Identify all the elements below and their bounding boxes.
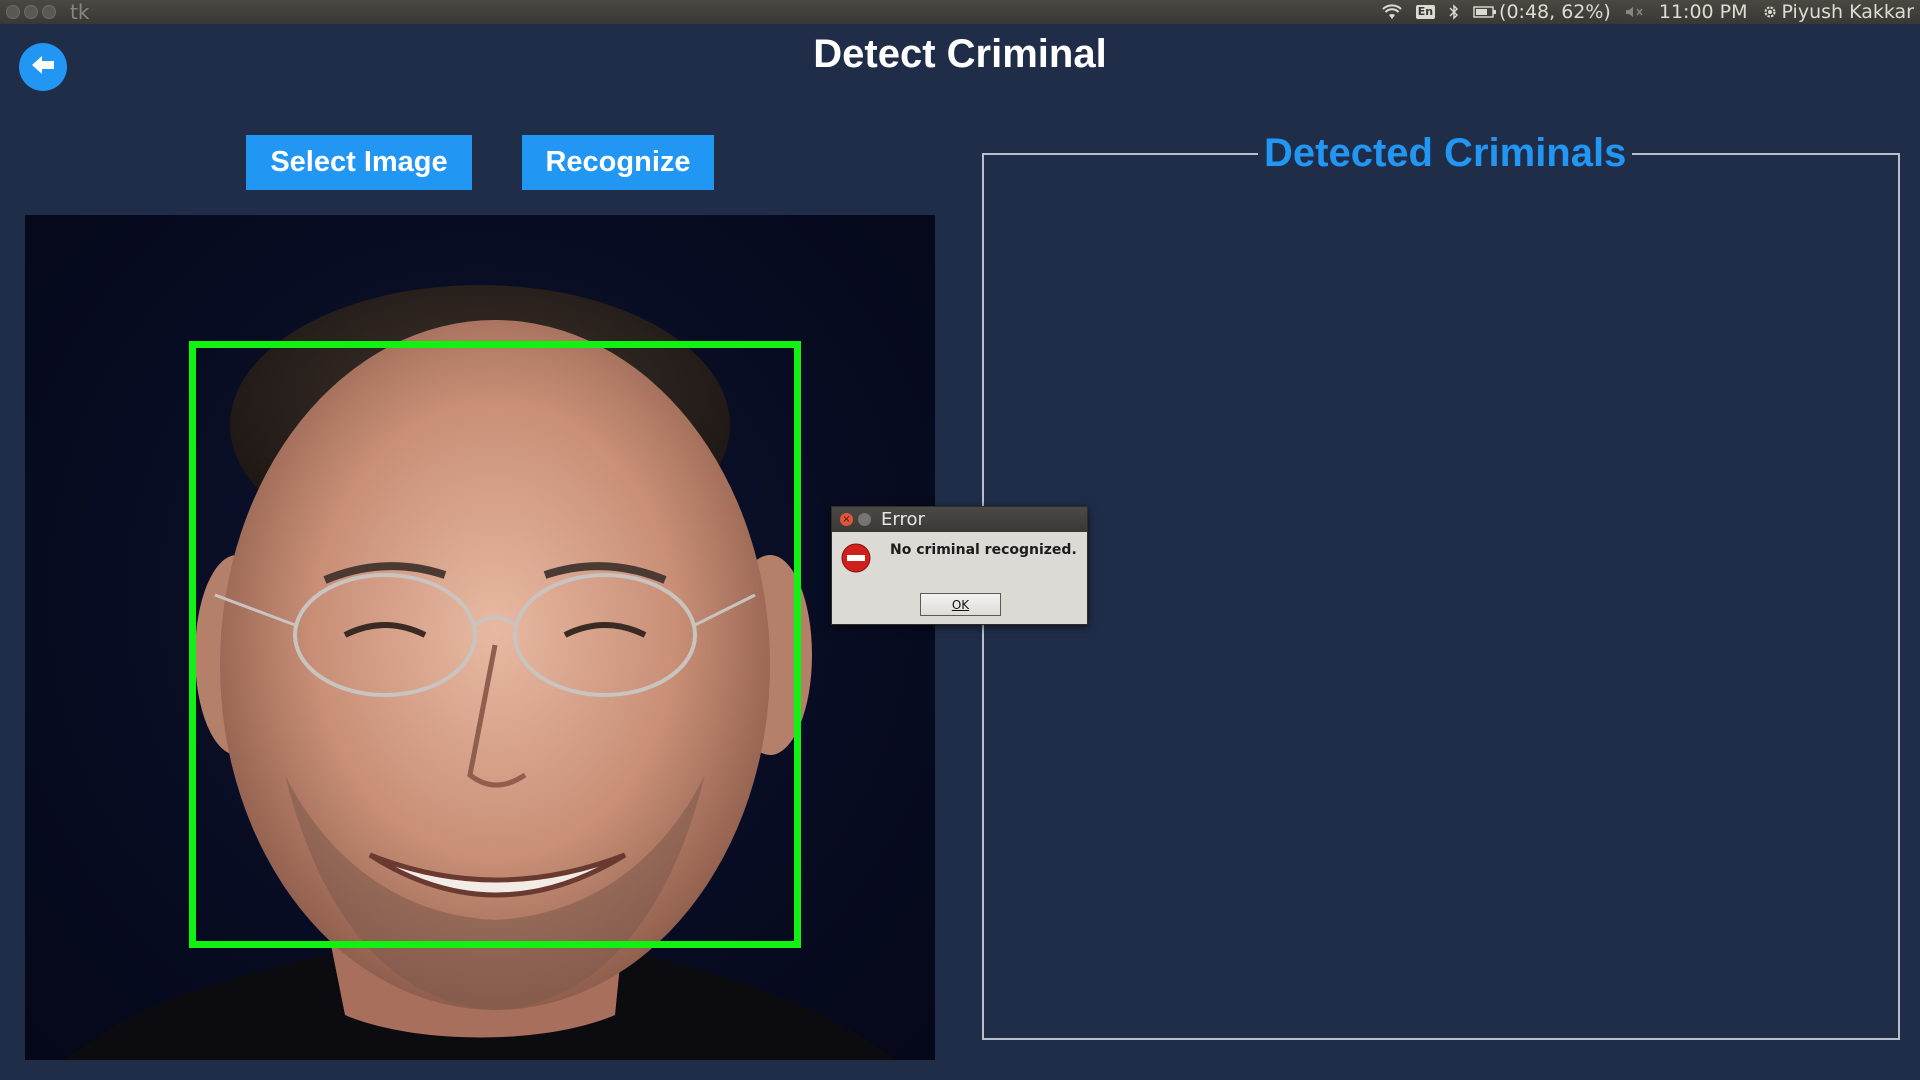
minimize-icon[interactable] — [858, 513, 871, 526]
selected-image — [25, 215, 935, 1060]
window-minimize-icon[interactable] — [24, 5, 38, 19]
error-dialog: × Error No criminal recognized. OK — [831, 506, 1088, 625]
bluetooth-icon[interactable] — [1449, 4, 1459, 20]
volume-muted-icon[interactable] — [1625, 5, 1645, 19]
app-name: tk — [70, 0, 90, 24]
dialog-title: Error — [881, 509, 925, 530]
detected-criminals-title: Detected Criminals — [1258, 128, 1633, 178]
page-title: Detect Criminal — [813, 32, 1107, 76]
recognize-button[interactable]: Recognize — [522, 135, 714, 190]
dialog-message: No criminal recognized. — [890, 542, 1077, 558]
close-icon[interactable]: × — [840, 513, 853, 526]
user-name: Piyush Kakkar — [1781, 1, 1914, 23]
window-controls — [6, 5, 56, 19]
window-close-icon[interactable] — [6, 5, 20, 19]
user-menu[interactable]: Piyush Kakkar — [1762, 1, 1914, 23]
system-tray: En (0:48, 62%) 11:00 PM Piyush Kakkar — [1381, 0, 1914, 24]
battery-indicator[interactable]: (0:48, 62%) — [1473, 1, 1611, 23]
error-stop-icon — [841, 543, 871, 577]
system-top-panel: tk En (0:48, 62%) 11:00 PM Piyush Kakkar — [0, 0, 1920, 24]
keyboard-layout-icon[interactable]: En — [1415, 5, 1436, 19]
select-image-button[interactable]: Select Image — [246, 135, 472, 190]
wifi-icon[interactable] — [1381, 4, 1402, 20]
gear-icon — [1762, 4, 1778, 20]
clock[interactable]: 11:00 PM — [1659, 1, 1748, 23]
window-maximize-icon[interactable] — [42, 5, 56, 19]
ok-button[interactable]: OK — [920, 593, 1001, 616]
battery-icon — [1473, 5, 1497, 19]
face-detection-box — [189, 341, 801, 948]
detected-criminals-panel — [982, 153, 1900, 1040]
battery-text: (0:48, 62%) — [1499, 1, 1611, 23]
dialog-titlebar[interactable]: × Error — [832, 507, 1087, 532]
